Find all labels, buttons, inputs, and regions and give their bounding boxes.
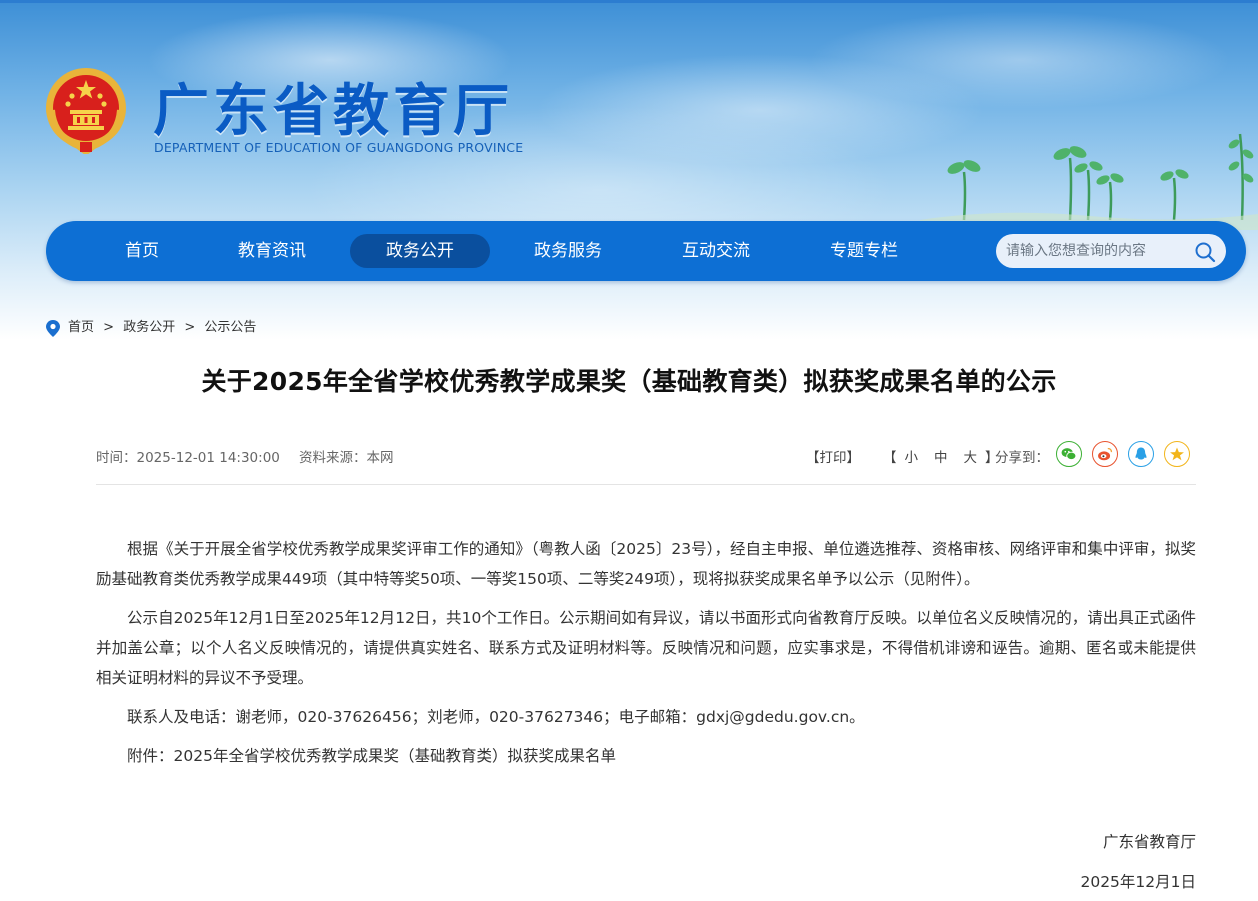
breadcrumb-government-affairs[interactable]: 政务公开	[123, 320, 175, 335]
breadcrumb-separator: >	[103, 320, 115, 335]
attachment-link[interactable]: 附件：2025年全省学校优秀教学成果奖（基础教育类）拟获奖成果名单	[96, 741, 1196, 771]
main-nav-bar: 首页 教育资讯 政务公开 政务服务 互动交流 专题专栏	[46, 221, 1246, 281]
site-title: 广东省教育厅	[153, 79, 513, 144]
sprouts-decoration-icon	[920, 133, 1258, 230]
national-emblem-icon	[46, 68, 126, 154]
bracket-open: 【	[883, 450, 897, 466]
search-box	[996, 234, 1226, 268]
article-paragraph: 公示自2025年12月1日至2025年12月12日，共10个工作日。公示期间如有…	[96, 609, 1196, 687]
print-button[interactable]: 【打印】	[806, 446, 860, 466]
publish-time: 时间：2025-12-01 14:30:00	[96, 450, 280, 466]
nav-item-government-affairs-disclosure[interactable]: 政务公开	[350, 234, 490, 268]
search-input[interactable]	[1006, 234, 1186, 268]
article-title: 关于2025年全省学校优秀教学成果奖（基础教育类）拟获奖成果名单的公示	[201, 367, 1057, 396]
share-label: 分享到：	[995, 450, 1049, 466]
font-size-large-button[interactable]: 大	[964, 450, 978, 466]
signature-organization: 广东省教育厅	[1102, 833, 1196, 851]
meta-divider	[96, 484, 1196, 485]
signature-date: 2025年12月1日	[1080, 873, 1196, 891]
breadcrumb-separator: >	[184, 320, 196, 335]
nav-item-government-services[interactable]: 政务服务	[512, 234, 624, 268]
nav-item-special-topics[interactable]: 专题专栏	[808, 234, 920, 268]
article-paragraph: 根据《关于开展全省学校优秀教学成果奖评审工作的通知》（粤教人函〔2025〕23号…	[96, 540, 1196, 588]
top-accent-line	[0, 0, 1258, 3]
article-paragraph-contact: 联系人及电话：谢老师，020-37626456；刘老师，020-37627346…	[127, 708, 865, 726]
article-source: 资料来源：本网	[299, 450, 394, 466]
wechat-icon[interactable]	[1056, 441, 1082, 467]
weibo-icon[interactable]	[1092, 441, 1118, 467]
nav-item-interaction[interactable]: 互动交流	[660, 234, 772, 268]
nav-item-education-news[interactable]: 教育资讯	[216, 234, 328, 268]
search-icon[interactable]	[1194, 241, 1216, 263]
breadcrumb-home[interactable]: 首页	[68, 320, 94, 335]
font-size-medium-button[interactable]: 中	[934, 450, 948, 466]
site-subtitle: DEPARTMENT OF EDUCATION OF GUANGDONG PRO…	[154, 140, 524, 155]
article-body: 根据《关于开展全省学校优秀教学成果奖评审工作的通知》（粤教人函〔2025〕23号…	[96, 534, 1196, 780]
nav-item-home[interactable]: 首页	[96, 234, 188, 268]
breadcrumb-announcements[interactable]: 公示公告	[204, 320, 256, 335]
article-meta: 时间：2025-12-01 14:30:00 资料来源：本网 【打印】 【小中大…	[96, 440, 1196, 472]
location-pin-icon	[46, 320, 60, 337]
qq-icon[interactable]	[1128, 441, 1154, 467]
font-size-selector: 【小中大】	[883, 446, 999, 466]
font-size-small-button[interactable]: 小	[905, 450, 919, 466]
qzone-icon[interactable]	[1164, 441, 1190, 467]
